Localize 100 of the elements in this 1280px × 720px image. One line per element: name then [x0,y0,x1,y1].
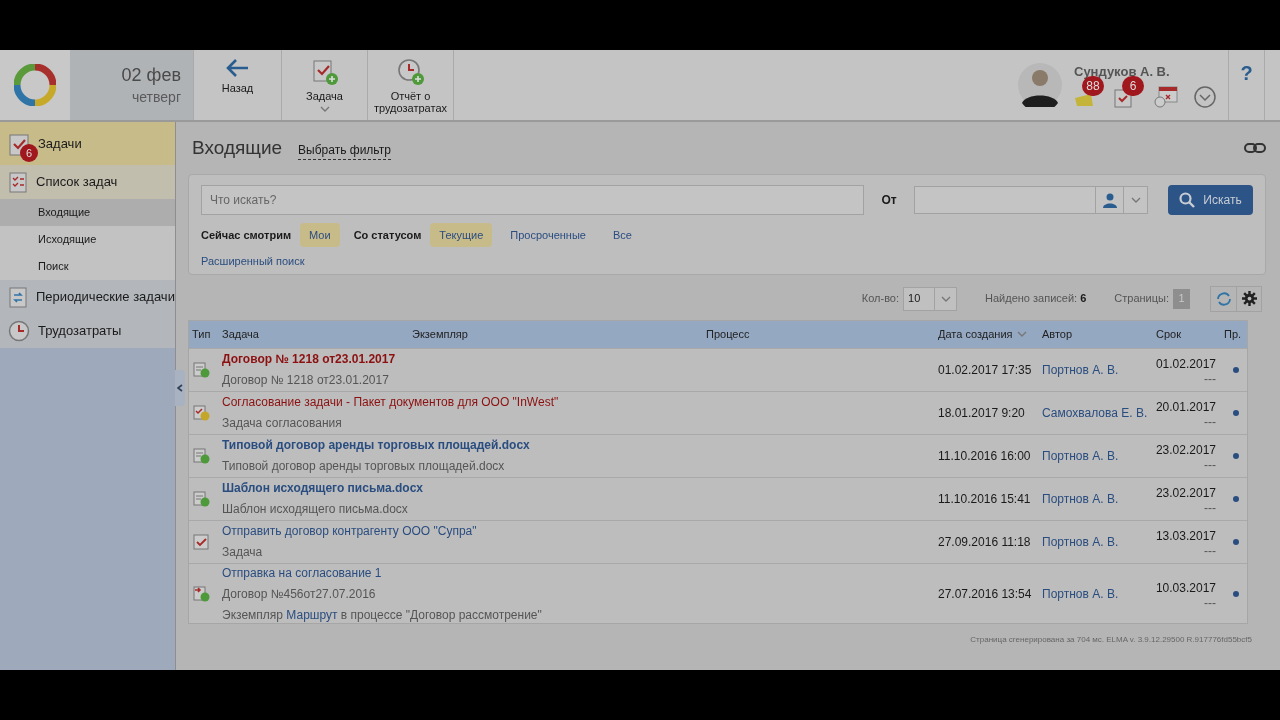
author-link[interactable]: Портнов А. В. [1042,360,1156,379]
clipboard-check-icon [8,131,30,156]
caret-icon [319,106,330,112]
column-header[interactable]: Тип [189,325,222,343]
from-label: От [880,192,898,209]
help-button[interactable]: ? [1228,50,1264,120]
toolbar-button[interactable]: Задача [281,50,367,120]
document-check-icon [193,361,210,378]
priority-dot-icon [1232,538,1239,545]
refresh-icon [1215,290,1232,307]
due-note: --- [1204,415,1216,428]
document-arrow-icon [193,585,210,602]
sidebar-subitem[interactable]: Исходящие [0,226,175,253]
link-icon[interactable] [1244,142,1266,154]
due-note: --- [1204,596,1216,609]
author-link[interactable]: Портнов А. В. [1042,489,1156,508]
author-link[interactable]: Портнов А. В. [1042,584,1156,603]
priority-dot-icon [1232,590,1239,597]
task-title[interactable]: Отправить договор контрагенту ООО "Супра" [222,522,477,540]
collapse-icon [176,384,183,392]
page-title: Входящие [192,135,283,160]
clock-icon [8,320,30,342]
person-icon [1102,192,1117,208]
weekday: четверг [132,87,181,107]
due-date: 23.02.2017 [1155,484,1216,502]
due-date: 01.02.2017 [1155,355,1216,373]
advanced-search-link[interactable]: Расширенный поиск [201,253,305,270]
due-date: 13.03.2017 [1155,527,1216,545]
column-header[interactable]: Срок [1156,325,1224,343]
filter-label: Сейчас смотрим [201,227,292,243]
sidebar-item[interactable]: Трудозатраты [0,314,175,348]
due-note: --- [1204,372,1216,385]
back-arrow-icon [225,58,250,78]
priority-dot-icon [1232,366,1239,373]
table-row[interactable]: Типовой договор аренды торговых площадей.docx Типовой договор аренды торговых площадей.docx 11.10.2016 16:00 Портнов А. В. 23.02.2017 --- [189,433,1247,477]
column-header[interactable]: Экземпляр [412,325,706,343]
footer-text: Страница сгенерирована за 704 мс. ELMA v. 3.9.12.29500 R.917776fd55bcf5 [970,633,1252,646]
from-field[interactable] [914,186,1148,214]
task-subtitle: Шаблон исходящего письма.docx [222,501,409,518]
column-header[interactable]: Автор [1042,325,1156,343]
created-date: 01.02.2017 17:35 [938,361,1033,379]
filter-option[interactable]: Все [603,223,641,247]
due-note: --- [1204,458,1216,471]
collapse-tab[interactable] [174,370,185,406]
clipboard-refresh-icon [8,286,28,308]
caret-icon [1130,197,1141,203]
clipboard-plus-icon [310,58,339,86]
avatar[interactable] [1018,63,1062,107]
table-row[interactable]: Отправка на согласование 1 Договор №456от27.07.2016 Экземпляр Маршрут в процессе "Договор рассмотрение" 27.07.2016 13:54 Портнов А. В. 10.03.2017 --- [189,562,1247,623]
search-icon [1179,192,1196,208]
column-header[interactable]: Пр. [1224,325,1247,343]
author-link[interactable]: Портнов А. В. [1042,532,1156,551]
task-title[interactable]: Шаблон исходящего письма.docx [222,479,423,497]
filter-option[interactable]: Мои [300,223,340,247]
count-select[interactable]: 10 [903,286,958,311]
table-row[interactable]: Отправить договор контрагенту ООО "Супра" Задача 27.09.2016 11:18 Портнов А. В. 13.03.2017 --- [189,519,1247,563]
task-title[interactable]: Договор № 1218 от23.01.2017 [222,350,396,368]
count-label: Кол-во: [861,291,900,307]
toolbar-button[interactable]: Назад [193,50,281,120]
task-title[interactable]: Согласование задачи - Пакет документов для ООО "InWest" [222,393,559,411]
table-row[interactable]: Договор № 1218 от23.01.2017 Договор № 1218 от23.01.2017 01.02.2017 17:35 Портнов А. В. 01.02.2017 --- [189,347,1247,391]
priority-dot-icon [1232,495,1239,502]
calendar-clock-icon [1154,85,1178,108]
due-date: 23.02.2017 [1155,441,1216,459]
document-check-icon [193,447,210,464]
task-subtitle: Договор № 1218 от23.01.2017 [222,372,390,389]
logo-icon[interactable] [14,64,56,106]
column-header[interactable]: Дата создания [938,325,1042,343]
search-field[interactable]: Что искать? [201,185,864,215]
filter-link[interactable]: Выбрать фильтр [298,140,391,160]
route-link[interactable]: Маршрут [286,607,338,622]
priority-dot-icon [1232,409,1239,416]
sidebar-subitem[interactable]: Поиск [0,253,175,280]
column-header[interactable]: Задача [222,325,412,343]
expand-circle-icon[interactable] [1194,85,1216,108]
clock-plus-icon [396,58,425,86]
author-link[interactable]: Самохвалова Е. В. [1042,403,1156,422]
task-subtitle: Типовой договор аренды торговых площадей.docx [222,458,506,475]
due-date: 20.01.2017 [1155,398,1216,416]
task-title[interactable]: Типовой договор аренды торговых площадей.docx [222,436,530,454]
due-date: 10.03.2017 [1155,579,1216,597]
sort-caret-icon [1016,331,1027,337]
filter-label: Со статусом [353,227,422,243]
author-link[interactable]: Портнов А. В. [1042,446,1156,465]
sidebar-item[interactable]: Задачи 6 [0,122,175,165]
sidebar-item[interactable]: Периодические задачи [0,280,175,314]
filter-option[interactable]: Текущие [430,223,493,247]
sidebar-item[interactable]: Список задач [0,165,175,199]
toolbar-button[interactable]: Отчёт о трудозатратах [367,50,453,120]
column-header[interactable]: Процесс [706,325,938,343]
checklist-icon [8,171,28,193]
sidebar-subitem[interactable]: Входящие [0,199,175,226]
caret-icon [940,295,951,302]
table-row[interactable]: Шаблон исходящего письма.docx Шаблон исходящего письма.docx 11.10.2016 15:41 Портнов А. В. 23.02.2017 --- [189,476,1247,520]
created-date: 18.01.2017 9:20 [938,404,1026,422]
filter-option[interactable]: Просроченные [501,223,595,247]
count-badge: 6 [20,144,38,162]
due-note: --- [1204,544,1216,557]
task-title[interactable]: Отправка на согласование 1 [222,563,382,582]
search-button[interactable]: Искать [1168,185,1253,215]
